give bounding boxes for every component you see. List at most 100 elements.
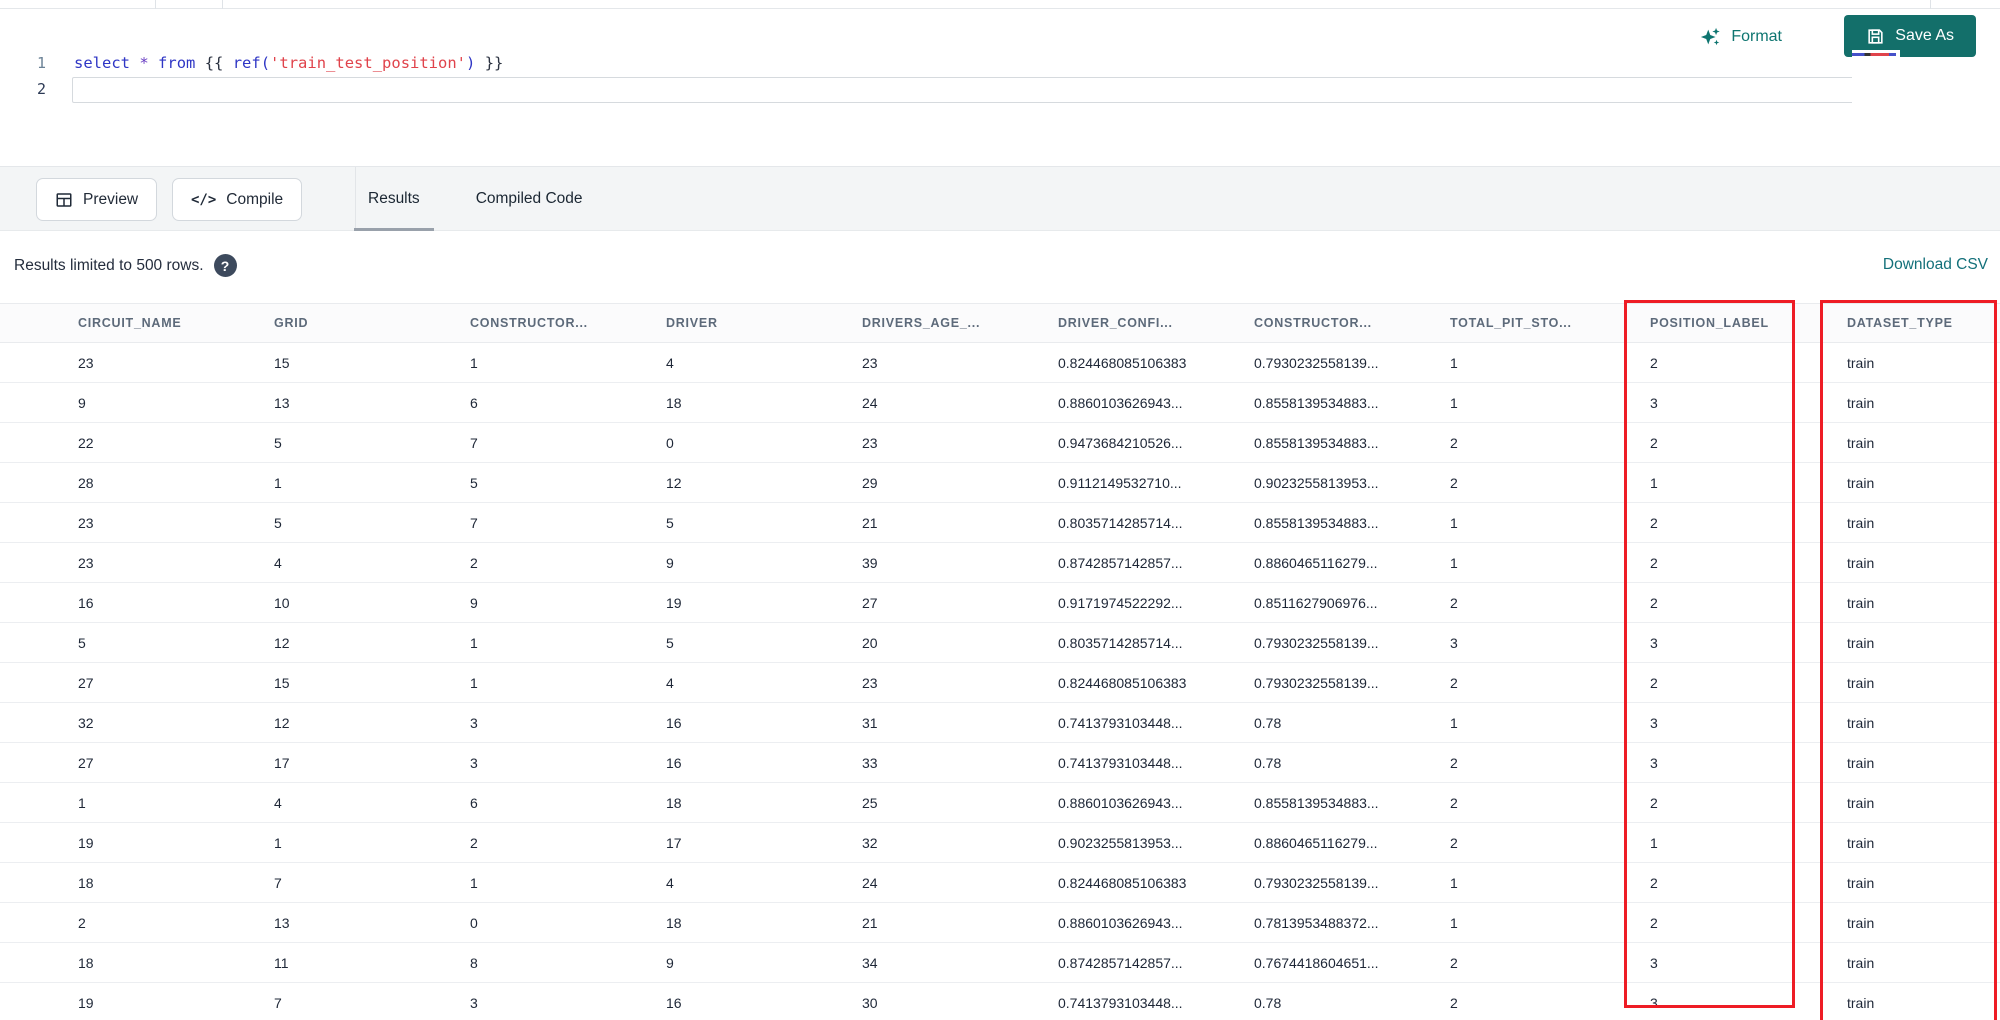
table-cell: 2 bbox=[1450, 994, 1458, 1011]
table-cell: 3 bbox=[470, 754, 478, 771]
table-cell: 10 bbox=[274, 594, 290, 611]
column-header: CONSTRUCTOR... bbox=[470, 316, 588, 330]
sparkles-icon bbox=[1700, 26, 1722, 48]
table-cell: 0.7674418604651... bbox=[1254, 954, 1379, 971]
save-as-button-label: Save As bbox=[1895, 27, 1954, 44]
table-cell: 12 bbox=[274, 634, 290, 651]
table-cell: 1 bbox=[274, 834, 282, 851]
table-cell: 7 bbox=[274, 994, 282, 1011]
minimap-code-line bbox=[1852, 53, 1896, 56]
table-cell: 2 bbox=[1450, 474, 1458, 491]
table-cell: 29 bbox=[862, 474, 878, 491]
tab-compiled-code[interactable]: Compiled Code bbox=[448, 167, 611, 231]
code-token-function: ) bbox=[466, 54, 476, 72]
table-row: 28 1 5 12 29 0.9112149532710... 0.902325581395… bbox=[0, 463, 2000, 503]
table-cell: 0.78 bbox=[1254, 714, 1282, 731]
tab-separator bbox=[1930, 0, 1931, 9]
table-cell: 0.7413793103448... bbox=[1058, 714, 1183, 731]
table-cell: 4 bbox=[274, 794, 282, 811]
table-cell: 5 bbox=[78, 634, 86, 651]
code-token-function: ref bbox=[232, 54, 261, 72]
line-number: 1 bbox=[36, 54, 46, 72]
code-token-function: ( bbox=[260, 54, 271, 72]
table-cell: 19 bbox=[78, 834, 94, 851]
table-row: 27 17 3 16 33 0.7413793103448... 0.78 2 3 train bbox=[0, 743, 2000, 783]
table-cell: 2 bbox=[1650, 674, 1658, 691]
table-row: 1 4 6 18 25 0.8860103626943... 0.8558139534883… bbox=[0, 783, 2000, 823]
table-cell: 4 bbox=[274, 554, 282, 571]
table-cell: 12 bbox=[274, 714, 290, 731]
table-cell: 7 bbox=[274, 874, 282, 891]
table-cell: 21 bbox=[862, 514, 878, 531]
download-csv-link[interactable]: Download CSV bbox=[1883, 256, 1988, 274]
table-cell: 5 bbox=[470, 474, 478, 491]
table-cell: 18 bbox=[78, 954, 94, 971]
results-table: CIRCUIT_NAME GRID CONSTRUCTOR... DRIVER DRIV… bbox=[0, 303, 2000, 1020]
table-cell: 17 bbox=[274, 754, 290, 771]
table-cell: train bbox=[1847, 834, 1875, 851]
table-cell: 17 bbox=[666, 834, 682, 851]
table-cell: 2 bbox=[1450, 794, 1458, 811]
table-cell: 2 bbox=[1650, 594, 1658, 611]
table-cell: 22 bbox=[78, 434, 94, 451]
table-cell: 2 bbox=[1450, 954, 1458, 971]
table-cell: train bbox=[1847, 634, 1875, 651]
table-cell: 18 bbox=[78, 874, 94, 891]
table-cell: train bbox=[1847, 354, 1875, 371]
table-cell: train bbox=[1847, 434, 1875, 451]
table-cell: 2 bbox=[1450, 594, 1458, 611]
tab-results[interactable]: Results bbox=[340, 167, 448, 231]
table-cell: 0.8742857142857... bbox=[1058, 954, 1183, 971]
table-cell: 0.8860103626943... bbox=[1058, 794, 1183, 811]
table-cell: 0.824468085106383 bbox=[1058, 874, 1187, 891]
table-cell: 1 bbox=[1650, 474, 1658, 491]
table-cell: 31 bbox=[862, 714, 878, 731]
table-cell: 3 bbox=[1650, 994, 1658, 1011]
editor-minimap[interactable] bbox=[1852, 50, 1900, 130]
table-cell: 23 bbox=[862, 434, 878, 451]
table-cell: 3 bbox=[470, 714, 478, 731]
table-row: 23 4 2 9 39 0.8742857142857... 0.8860465116279… bbox=[0, 543, 2000, 583]
table-cell: 0.8860465116279... bbox=[1254, 554, 1378, 571]
table-cell: 27 bbox=[862, 594, 878, 611]
table-row: 5 12 1 5 20 0.8035714285714... 0.7930232558139… bbox=[0, 623, 2000, 663]
table-cell: 2 bbox=[1650, 434, 1658, 451]
table-cell: 1 bbox=[470, 874, 478, 891]
table-cell: 5 bbox=[666, 634, 674, 651]
table-cell: 16 bbox=[666, 714, 682, 731]
tab-separator bbox=[155, 0, 156, 9]
table-cell: train bbox=[1847, 514, 1875, 531]
table-cell: 2 bbox=[1650, 794, 1658, 811]
table-cell: 9 bbox=[470, 594, 478, 611]
table-cell: 7 bbox=[470, 434, 478, 451]
table-cell: 27 bbox=[78, 674, 94, 691]
table-cell: train bbox=[1847, 474, 1875, 491]
compile-button[interactable]: </> Compile bbox=[172, 178, 303, 221]
code-line[interactable]: select * from {{ ref('train_test_positio… bbox=[74, 50, 503, 76]
help-icon[interactable]: ? bbox=[213, 254, 237, 277]
table-cell: 2 bbox=[1650, 874, 1658, 891]
table-cell: 16 bbox=[78, 594, 94, 611]
table-cell: 18 bbox=[666, 914, 682, 931]
column-header: TOTAL_PIT_STO... bbox=[1450, 316, 1572, 330]
table-cell: 23 bbox=[862, 354, 878, 371]
table-cell: 15 bbox=[274, 674, 290, 691]
column-header: DRIVER bbox=[666, 316, 718, 330]
table-cell: 2 bbox=[1450, 674, 1458, 691]
code-token-keyword: select bbox=[74, 54, 130, 72]
table-cell: 0.7813953488372... bbox=[1254, 914, 1379, 931]
format-button-label: Format bbox=[1731, 28, 1782, 45]
table-cell: 33 bbox=[862, 754, 878, 771]
column-header: DRIVER_CONFI... bbox=[1058, 316, 1173, 330]
table-cell: 1 bbox=[1450, 874, 1458, 891]
preview-button[interactable]: Preview bbox=[36, 178, 158, 221]
table-cell: 16 bbox=[666, 994, 682, 1011]
dbt-ide-root: Format Save As 1 2 select * from {{ ref(… bbox=[0, 0, 2000, 1020]
table-cell: train bbox=[1847, 594, 1875, 611]
format-button[interactable]: Format bbox=[1700, 26, 1782, 48]
table-cell: 2 bbox=[78, 914, 86, 931]
table-cell: train bbox=[1847, 674, 1875, 691]
table-cell: 0.7930232558139... bbox=[1254, 354, 1379, 371]
sql-editor[interactable]: Format Save As 1 2 select * from {{ ref(… bbox=[0, 10, 2000, 166]
